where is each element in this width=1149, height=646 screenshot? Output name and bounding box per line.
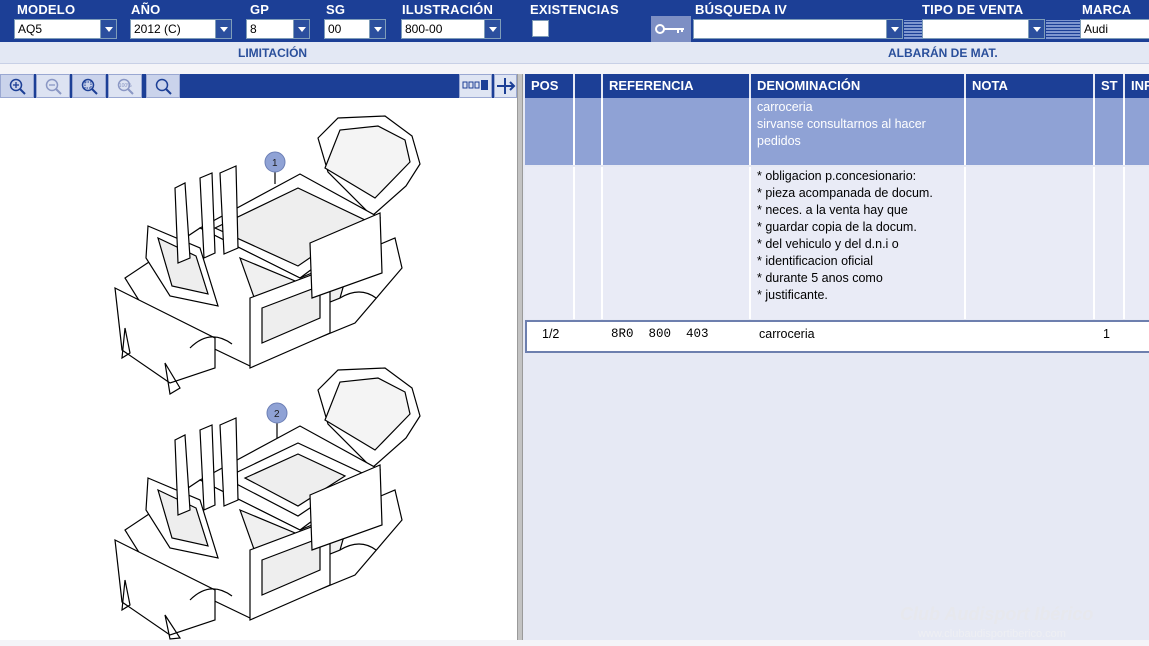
cell-denominacion: carroceria sirvanse consultarnos al hace… (751, 98, 966, 165)
denominacion-value: carroceria (759, 327, 815, 341)
modelo-value: AQ5 (18, 22, 43, 36)
ano-value: 2012 (C) (134, 22, 181, 36)
cell-blank (575, 167, 603, 319)
zoom-out-icon (45, 78, 62, 95)
limitacion-label: LIMITACIÓN (238, 46, 308, 60)
sg-label: SG (326, 2, 346, 17)
cell-nota (966, 167, 1095, 319)
zoom-100-icon: 100% (117, 78, 134, 95)
marca-select[interactable]: Audi (1080, 19, 1149, 39)
toggle-panel-button[interactable] (459, 74, 492, 98)
cell-inf (1125, 98, 1149, 165)
search-icon (155, 78, 172, 95)
cell-st (1095, 167, 1125, 319)
col-header-referencia[interactable]: REFERENCIA (603, 74, 751, 98)
ilustracion-select[interactable]: 800-00 (401, 19, 501, 39)
cell-inf (1125, 167, 1149, 319)
chevron-down-icon[interactable] (1028, 20, 1044, 38)
separator-hatch (1046, 20, 1080, 40)
zoom-in-icon (9, 78, 26, 95)
ano-select[interactable]: 2012 (C) (130, 19, 232, 39)
gp-select[interactable]: 8 (246, 19, 310, 39)
zoom-100-button[interactable]: 100% (108, 74, 142, 98)
zoom-area-icon (81, 78, 98, 95)
gp-value: 8 (250, 22, 257, 36)
modelo-select[interactable]: AQ5 (14, 19, 117, 39)
zoom-100-text: 100% (119, 83, 132, 89)
col-header-blank[interactable] (575, 74, 603, 98)
sub-header-bar: LIMITACIÓN ALBARÁN DE MAT. (0, 42, 1149, 64)
key-icon (655, 24, 684, 34)
cell-denominacion: * obligacion p.concesionario: * pieza ac… (751, 167, 966, 319)
cell-referencia (603, 167, 751, 319)
separator-hatch (904, 20, 922, 40)
cell-blank (575, 98, 603, 165)
arrows-icon (497, 78, 516, 94)
marca-value: Audi (1084, 22, 1109, 36)
illustration-panel: 100% 1 2 (0, 74, 517, 640)
col-header-inf[interactable]: INF (1125, 74, 1149, 98)
expand-button[interactable] (494, 74, 517, 98)
col-header-st[interactable]: ST (1095, 74, 1125, 98)
callout-2-number: 2 (274, 409, 280, 420)
chevron-down-icon[interactable] (484, 20, 500, 38)
busqueda-select[interactable] (693, 19, 903, 39)
chevron-down-icon[interactable] (886, 20, 902, 38)
chevron-down-icon[interactable] (215, 20, 231, 38)
panel-toggle-icon (462, 80, 488, 90)
chevron-down-icon[interactable] (100, 20, 116, 38)
denominacion-text: carroceria sirvanse consultarnos al hace… (757, 100, 926, 148)
cell-pos (525, 98, 575, 165)
modelo-label: MODELO (17, 2, 76, 17)
st-value: 1 (1103, 327, 1110, 341)
referencia-value: 8R0 800 403 (611, 327, 709, 341)
sg-select[interactable]: 00 (324, 19, 386, 39)
ano-label: AÑO (131, 2, 161, 17)
zoom-area-button[interactable] (72, 74, 106, 98)
table-row-selected[interactable]: 1/2 8R0 800 403 carroceria 1 (525, 320, 1149, 353)
search-button[interactable] (146, 74, 180, 98)
col-header-pos[interactable]: POS (525, 74, 575, 98)
chevron-down-icon[interactable] (369, 20, 385, 38)
zoom-toolbar: 100% (0, 74, 517, 98)
col-header-nota[interactable]: NOTA (966, 74, 1095, 98)
denominacion-text: * obligacion p.concesionario: * pieza ac… (757, 169, 933, 302)
existencias-label: EXISTENCIAS (530, 2, 619, 17)
cell-referencia (603, 98, 751, 165)
chevron-down-icon[interactable] (293, 20, 309, 38)
ilustracion-value: 800-00 (405, 22, 443, 36)
cell-pos (525, 167, 575, 319)
gp-label: GP (250, 2, 270, 17)
top-filter-bar: MODELO AÑO GP SG ILUSTRACIÓN EXISTENCIAS… (0, 0, 1149, 42)
tipo-venta-label: TIPO DE VENTA (922, 2, 1024, 17)
tipo-venta-select[interactable] (922, 19, 1045, 39)
sg-value: 00 (328, 22, 342, 36)
pos-value: 1/2 (542, 327, 560, 341)
ilustracion-label: ILUSTRACIÓN (402, 2, 494, 17)
key-button[interactable] (651, 16, 691, 42)
watermark-title: Club Audisport Ibérico (900, 604, 1094, 624)
busqueda-label: BÚSQUEDA IV (695, 2, 788, 17)
zoom-out-button[interactable] (36, 74, 70, 98)
car-body-illustration: 1 2 (114, 115, 421, 640)
cell-nota (966, 98, 1095, 165)
cell-st (1095, 98, 1125, 165)
watermark-url: www.clubaudisportiberico.com (918, 628, 1066, 640)
existencias-checkbox[interactable] (532, 20, 549, 37)
marca-label: MARCA (1082, 2, 1132, 17)
zoom-in-button[interactable] (0, 74, 34, 98)
albaran-label: ALBARÁN DE MAT. (888, 46, 998, 60)
col-header-denominacion[interactable]: DENOMINACIÓN (751, 74, 966, 98)
callout-1-number: 1 (272, 158, 278, 169)
parts-table-panel: POS REFERENCIA DENOMINACIÓN NOTA ST INF … (523, 74, 1149, 640)
